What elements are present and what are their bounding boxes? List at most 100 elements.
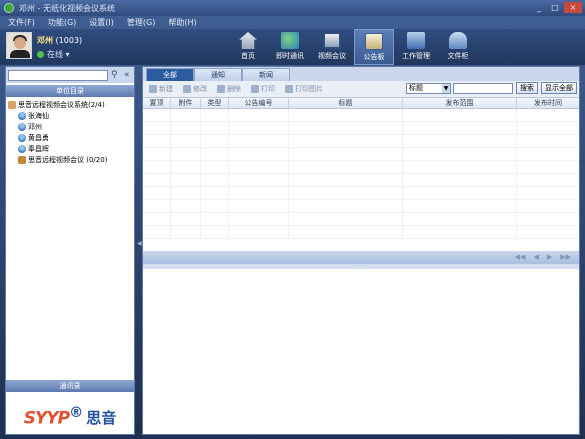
table-header: 置顶 附件 类型 公告编号 标题 发布范围 发布时间 [143,98,579,109]
table-row [143,187,579,200]
col-scope[interactable]: 发布范围 [403,98,517,108]
col-pinned[interactable]: 置顶 [143,98,171,108]
print-image-button[interactable]: 打印图片 [285,84,323,94]
nav-file[interactable]: 文件柜 [438,29,478,65]
chat-icon [281,32,299,49]
search-button[interactable]: 搜索 [516,82,538,94]
org-tree: 思音远程视频会议系统(2/4) 张海仙 邓州 黄昌勇 奉昌辉 思音远程视频会议 … [8,99,132,165]
file-icon [449,32,467,49]
menu-function[interactable]: 功能(G) [48,17,76,28]
tab-all[interactable]: 全部 [146,68,194,81]
show-all-button[interactable]: 显示全部 [541,82,577,94]
new-icon [149,85,157,93]
col-number[interactable]: 公告编号 [229,98,289,108]
search-icon[interactable]: ⚲ [111,70,121,80]
tree-node-person[interactable]: 邓州 [8,121,132,132]
filter-input[interactable] [453,82,513,94]
maximize-button[interactable]: □ [548,2,562,13]
nav-home[interactable]: 首页 [228,29,268,65]
bulletin-detail [143,269,579,434]
collapse-icon[interactable]: « [124,70,130,80]
person-icon [18,111,26,120]
app-window: 邓州 - 无纸化视频会议系统 _ □ × 文件(F) 功能(G) 设置(I) 管… [0,0,585,439]
person-icon [18,122,26,131]
close-button[interactable]: × [564,2,582,13]
nav-work[interactable]: 工作管理 [396,29,436,65]
window-title: 邓州 - 无纸化视频会议系统 [19,3,115,13]
tree-node-label: 邓州 [28,122,42,131]
board-icon [365,33,383,50]
status-label: 在线 [47,50,63,59]
nav-video[interactable]: 视频会议 [312,29,352,65]
col-time[interactable]: 发布时间 [517,98,579,108]
tab-strip: 全部 通知 新闻 [143,67,579,81]
tree-node-label: 黄昌勇 [28,133,49,142]
edit-icon [183,85,191,93]
menu-manage[interactable]: 管理(G) [127,17,155,28]
tab-news[interactable]: 新闻 [242,68,290,81]
logo-name: 思音 [86,408,117,427]
brand-logo: SYYP® 思音 [6,400,134,434]
directory-header[interactable]: 单位目录 [6,85,134,97]
new-label: 新建 [159,85,173,93]
last-page-button[interactable]: ▶▶ [560,253,571,261]
print-icon [251,85,259,93]
tree-node-meeting[interactable]: 思音远程视频会议 (0/20) [8,154,132,165]
menu-file[interactable]: 文件(F) [8,17,35,28]
table-row [143,122,579,135]
person-icon [18,133,26,142]
main-toolbar: 邓州 (1003) 在线 ▾ 首页 即时通讯 视频会议 公告板 工作管理 文件柜 [0,29,585,65]
tree-node-label: 思音远程视频会议 (0/20) [28,155,108,164]
tree-node-person[interactable]: 张海仙 [8,110,132,121]
tree-node-root[interactable]: 思音远程视频会议系统(2/4) [8,99,132,110]
print-button[interactable]: 打印 [251,84,275,94]
minimize-button[interactable]: _ [532,2,546,13]
contacts-header[interactable]: 通讯录 [6,380,134,392]
video-icon [323,32,341,49]
work-icon [407,32,425,49]
tab-notice[interactable]: 通知 [194,68,242,81]
delete-button[interactable]: 删除 [217,84,241,94]
panel-splitter[interactable]: ◀ [137,240,142,260]
col-type[interactable]: 类型 [201,98,229,108]
col-attachment[interactable]: 附件 [171,98,201,108]
bulletin-table: 置顶 附件 类型 公告编号 标题 发布范围 发布时间 [143,97,579,252]
home-icon [239,32,257,49]
tree-node-label: 张海仙 [28,111,49,120]
col-title[interactable]: 标题 [289,98,403,108]
table-row [143,148,579,161]
menu-bar: 文件(F) 功能(G) 设置(I) 管理(G) 帮助(H) [0,16,585,29]
tree-node-person[interactable]: 黄昌勇 [8,132,132,143]
logo-reg: ® [69,405,83,422]
new-button[interactable]: 新建 [149,84,173,94]
nav-chat[interactable]: 即时通讯 [270,29,310,65]
action-bar: 新建 修改 删除 打印 打印图片 标题 ▼ 搜索 显示全部 [143,81,579,97]
table-row [143,161,579,174]
user-name: 邓州 [37,36,53,45]
filter-field-value: 标题 [409,83,423,92]
table-row [143,109,579,122]
nav-video-label: 视频会议 [318,52,346,60]
table-row [143,135,579,148]
table-row [143,213,579,226]
contact-search: ⚲ « [6,67,134,83]
user-id: (1003) [55,36,83,45]
table-row [143,200,579,213]
search-input[interactable] [8,69,108,81]
edit-button[interactable]: 修改 [183,84,207,94]
avatar[interactable] [6,32,32,59]
user-card: 邓州 (1003) 在线 ▾ [6,32,82,60]
chevron-down-icon: ▼ [442,83,450,93]
menu-settings[interactable]: 设置(I) [89,17,114,28]
first-page-button[interactable]: ◀◀ [515,253,526,261]
next-page-button[interactable]: ▶ [547,253,552,261]
status-selector[interactable]: 在线 ▾ [37,49,82,60]
filter-field-select[interactable]: 标题 ▼ [406,82,451,94]
title-bar: 邓州 - 无纸化视频会议系统 _ □ × [0,0,585,16]
nav-board[interactable]: 公告板 [354,29,394,65]
prev-page-button[interactable]: ◀ [533,253,538,261]
tree-node-person[interactable]: 奉昌辉 [8,143,132,154]
menu-help[interactable]: 帮助(H) [168,17,196,28]
table-body [143,109,579,239]
nav-chat-label: 即时通讯 [276,52,304,60]
